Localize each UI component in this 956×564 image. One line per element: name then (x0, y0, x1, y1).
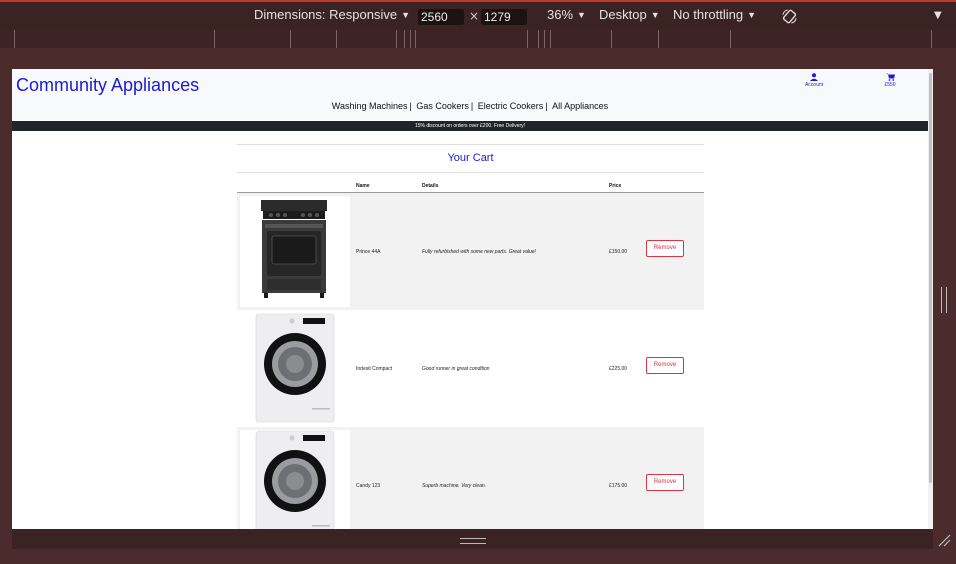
table-row: Indesit Compact Good runner in great con… (237, 310, 704, 427)
breakpoint-marker[interactable] (415, 30, 416, 48)
nav-separator: | (409, 101, 412, 111)
throttling-dropdown[interactable]: No throttling ▼ (673, 7, 756, 22)
remove-button[interactable]: Remove (646, 240, 684, 257)
dimensions-label: Dimensions: Responsive (254, 7, 398, 22)
breakpoint-marker[interactable] (214, 30, 215, 48)
page-viewport: Community Appliances Account £550 Washin… (12, 69, 933, 529)
site-header: Community Appliances Account £550 Washin… (12, 69, 928, 120)
height-input[interactable]: 1279 (481, 9, 527, 25)
item-details: Superb machine. Very clean. (422, 483, 487, 489)
nav-washing-machines[interactable]: Washing Machines (332, 101, 408, 111)
breakpoint-marker[interactable] (658, 30, 659, 48)
breakpoint-marker[interactable] (544, 30, 545, 48)
remove-button[interactable]: Remove (646, 357, 684, 374)
zoom-dropdown[interactable]: 36% ▼ (547, 7, 586, 22)
chevron-down-icon: ▼ (650, 10, 660, 20)
breakpoint-bar (0, 30, 956, 48)
breakpoint-marker[interactable] (611, 30, 612, 48)
brand-logo[interactable]: Community Appliances (16, 75, 199, 96)
item-name: Candy 123 (356, 483, 381, 489)
more-options-icon[interactable]: ▼ (934, 10, 942, 21)
breakpoint-marker[interactable] (290, 30, 291, 48)
cart-icon (885, 73, 895, 81)
item-price: £175.00 (609, 483, 628, 489)
user-icon (810, 73, 818, 81)
column-header-name: Name (356, 183, 370, 189)
item-name: Indesit Compact (356, 366, 393, 372)
zoom-label: 36% (547, 7, 574, 22)
page-title: Your Cart (237, 144, 704, 173)
breakpoint-marker[interactable] (730, 30, 731, 48)
nav-all-appliances[interactable]: All Appliances (552, 101, 608, 111)
range-cooker-image (240, 196, 350, 307)
times-sign: × (469, 9, 480, 23)
breakpoint-marker[interactable] (538, 30, 539, 48)
breakpoint-marker[interactable] (527, 30, 528, 48)
table-row: Candy 123 Superb machine. Very clean. £1… (237, 427, 704, 529)
dimensions-dropdown[interactable]: Dimensions: Responsive ▼ (254, 7, 410, 22)
account-label: Account (804, 82, 824, 88)
resize-corner-icon[interactable] (937, 533, 951, 547)
column-header-price: Price (609, 183, 622, 189)
washing-machine-image (240, 430, 350, 529)
device-dropdown[interactable]: Desktop ▼ (599, 7, 660, 22)
nav-gas-cookers[interactable]: Gas Cookers (416, 101, 469, 111)
chevron-down-icon: ▼ (577, 10, 586, 20)
device-label: Desktop (599, 7, 647, 22)
item-name: Prince 44A (356, 249, 381, 255)
nav-separator: | (470, 101, 474, 111)
item-details: Good runner in great condition (422, 366, 490, 372)
breakpoint-marker[interactable] (404, 30, 405, 48)
breakpoint-marker[interactable] (410, 30, 411, 48)
cart-section: Your Cart Name Details Price Prince 44A … (237, 144, 704, 529)
nav-electric-cookers[interactable]: Electric Cookers (478, 101, 544, 111)
chevron-down-icon: ▼ (747, 10, 757, 20)
breakpoint-marker[interactable] (14, 30, 15, 48)
table-row: Prince 44A Fully refurbished with some n… (237, 193, 704, 310)
table-header: Name Details Price (237, 173, 704, 193)
column-header-details: Details (422, 183, 439, 189)
account-link[interactable]: Account (794, 73, 834, 88)
rotate-icon[interactable] (781, 8, 798, 25)
breakpoint-marker[interactable] (931, 30, 932, 48)
cart-link[interactable]: £550 (870, 73, 910, 88)
item-price: £225.00 (609, 366, 628, 372)
chevron-down-icon: ▼ (401, 10, 410, 20)
scrollbar-thumb[interactable] (929, 73, 932, 483)
item-price: £150.00 (609, 249, 628, 255)
main-nav: Washing Machines | Gas Cookers | Electric … (12, 101, 928, 111)
page-scrollbar[interactable] (928, 69, 933, 529)
width-input[interactable]: 2560 (418, 9, 464, 25)
promo-banner: 15% discount on orders over £200. Free D… (12, 121, 928, 131)
nav-separator: | (545, 101, 548, 111)
washing-machine-image (240, 313, 350, 424)
breakpoint-marker[interactable] (550, 30, 551, 48)
breakpoint-marker[interactable] (336, 30, 337, 48)
throttling-label: No throttling (673, 7, 744, 22)
remove-button[interactable]: Remove (646, 474, 684, 491)
cart-total: £550 (884, 82, 896, 88)
devtools-toolbar: Dimensions: Responsive ▼ 2560 × 1279 36% ▼… (0, 0, 956, 30)
breakpoint-marker[interactable] (396, 30, 397, 48)
item-details: Fully refurbished with some new parts. G… (422, 249, 536, 255)
resize-handle-right[interactable] (941, 287, 947, 313)
resize-handle-bottom[interactable] (460, 538, 486, 544)
